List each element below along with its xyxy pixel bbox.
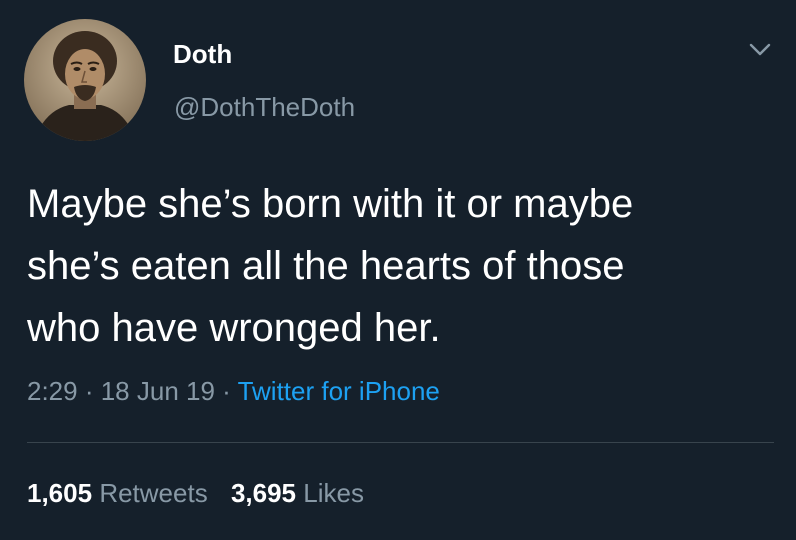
tweet-text-line: Maybe she’s born with it or maybe [27, 182, 634, 226]
meta-separator: · [77, 376, 101, 406]
avatar[interactable] [24, 19, 146, 141]
tweet-text-line: who have wronged her. [27, 306, 441, 350]
likes-stat[interactable]: 3,695 Likes [231, 478, 364, 508]
display-name[interactable]: Doth [173, 38, 232, 70]
user-handle[interactable]: @DothTheDoth [174, 91, 355, 123]
chevron-down-icon[interactable] [748, 42, 772, 58]
tweet-card: Doth @DothTheDoth Maybe she’s born with … [0, 0, 796, 540]
tweet-date[interactable]: 18 Jun 19 [101, 376, 215, 406]
retweets-label: Retweets [99, 478, 208, 508]
tweet-meta: 2:29 · 18 Jun 19 · Twitter for iPhone [27, 375, 440, 407]
tweet-source-link[interactable]: Twitter for iPhone [238, 376, 440, 406]
meta-separator: · [214, 376, 238, 406]
likes-count: 3,695 [230, 478, 297, 508]
retweets-stat[interactable]: 1,605 Retweets [27, 478, 208, 508]
tweet-time[interactable]: 2:29 [27, 376, 78, 406]
tweet-text: Maybe she’s born with it or maybe she’s … [27, 173, 787, 359]
divider [27, 442, 774, 443]
portrait-avatar [24, 19, 146, 141]
likes-label: Likes [303, 478, 364, 508]
tweet-text-line: she’s eaten all the hearts of those [27, 244, 625, 288]
tweet-stats: 1,605 Retweets 3,695 Likes [27, 477, 380, 509]
retweets-count: 1,605 [27, 478, 93, 508]
